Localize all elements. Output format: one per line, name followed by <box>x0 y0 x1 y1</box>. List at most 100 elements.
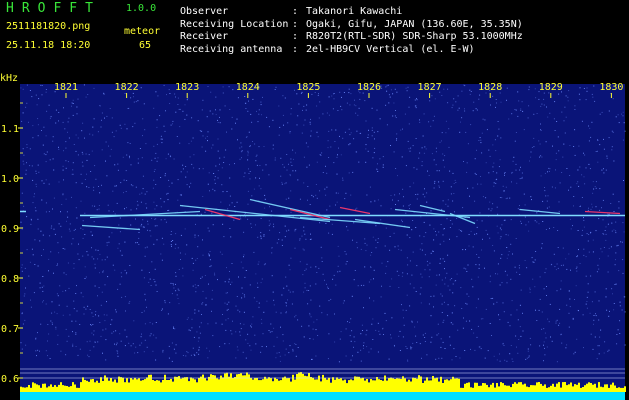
noise-dot <box>93 258 95 260</box>
noise-dot <box>208 255 210 257</box>
noise-dot <box>539 345 541 347</box>
noise-dot <box>102 270 104 272</box>
noise-dot <box>180 171 182 173</box>
noise-dot <box>148 272 150 273</box>
noise-dot <box>60 225 62 227</box>
noise-dot <box>258 146 260 148</box>
noise-dot <box>570 269 571 271</box>
noise-dot <box>223 156 225 158</box>
info-key: Receiving antenna <box>180 43 283 55</box>
noise-dot <box>612 293 613 295</box>
noise-dot <box>541 311 543 313</box>
noise-dot <box>439 243 441 245</box>
level-bar <box>158 380 160 392</box>
noise-dot <box>519 304 521 306</box>
noise-dot <box>610 203 612 204</box>
noise-dot <box>208 283 209 285</box>
noise-dot <box>182 164 184 166</box>
noise-dot <box>539 143 541 145</box>
info-row-antenna: Receiving antenna:2el-HB9CV Vertical (el… <box>180 44 523 57</box>
noise-dot <box>285 305 287 307</box>
noise-dot <box>316 161 318 163</box>
noise-dot <box>288 289 290 291</box>
noise-dot <box>256 164 258 166</box>
noise-dot <box>567 96 569 98</box>
noise-dot <box>40 323 42 325</box>
noise-dot <box>147 220 149 222</box>
noise-dot <box>45 202 47 204</box>
noise-dot <box>175 275 177 277</box>
level-bar <box>292 374 294 392</box>
level-bar <box>76 387 78 392</box>
noise-dot <box>289 132 291 134</box>
noise-dot <box>591 121 593 123</box>
noise-dot <box>204 275 206 276</box>
noise-dot <box>117 163 119 165</box>
noise-dot <box>358 161 360 163</box>
noise-dot <box>104 320 106 322</box>
level-bar <box>212 375 214 392</box>
noise-dot <box>587 283 589 285</box>
level-bar <box>470 387 472 392</box>
noise-dot <box>255 273 257 275</box>
noise-dot <box>481 152 483 154</box>
noise-dot <box>237 139 238 141</box>
noise-dot <box>595 181 597 183</box>
noise-dot <box>583 152 584 154</box>
noise-dot <box>371 135 373 137</box>
noise-dot <box>367 134 369 136</box>
noise-dot <box>577 230 579 231</box>
noise-dot <box>68 335 70 337</box>
noise-dot <box>39 282 41 284</box>
noise-dot <box>140 87 142 89</box>
noise-dot <box>618 201 620 203</box>
noise-dot <box>101 259 103 261</box>
noise-dot <box>23 295 25 297</box>
noise-dot <box>430 315 432 317</box>
noise-dot <box>29 148 31 150</box>
noise-dot <box>207 140 208 142</box>
noise-dot <box>166 94 167 96</box>
noise-dot <box>38 98 40 100</box>
noise-dot <box>36 104 38 106</box>
noise-dot <box>104 117 105 119</box>
noise-dot <box>456 236 458 238</box>
noise-dot <box>596 271 598 273</box>
noise-dot <box>506 282 508 284</box>
noise-dot <box>601 169 603 171</box>
noise-dot <box>111 319 113 321</box>
level-bar <box>266 378 268 392</box>
noise-dot <box>419 235 421 237</box>
noise-dot <box>326 314 328 316</box>
noise-dot <box>569 175 571 176</box>
noise-dot <box>310 316 312 318</box>
noise-dot <box>553 253 555 255</box>
noise-dot <box>21 348 23 350</box>
noise-dot <box>187 352 189 354</box>
noise-dot <box>260 318 262 320</box>
noise-dot <box>491 208 493 210</box>
noise-dot <box>236 201 238 203</box>
noise-dot <box>435 234 437 236</box>
noise-dot <box>568 290 570 292</box>
noise-dot <box>273 226 275 228</box>
noise-dot <box>97 341 99 343</box>
noise-dot <box>56 293 58 295</box>
noise-dot <box>586 296 588 298</box>
noise-dot <box>263 235 265 237</box>
noise-dot <box>58 148 60 150</box>
noise-dot <box>340 105 342 107</box>
noise-dot <box>365 120 367 122</box>
noise-dot <box>153 107 155 109</box>
noise-dot <box>476 233 478 235</box>
noise-dot <box>177 179 179 181</box>
noise-dot <box>377 242 379 243</box>
noise-dot <box>239 158 241 160</box>
noise-dot <box>401 221 403 223</box>
noise-dot <box>46 110 48 112</box>
noise-dot <box>522 110 524 112</box>
level-bar <box>376 377 378 392</box>
noise-dot <box>568 253 570 255</box>
noise-dot <box>444 348 446 349</box>
noise-dot <box>69 314 71 316</box>
